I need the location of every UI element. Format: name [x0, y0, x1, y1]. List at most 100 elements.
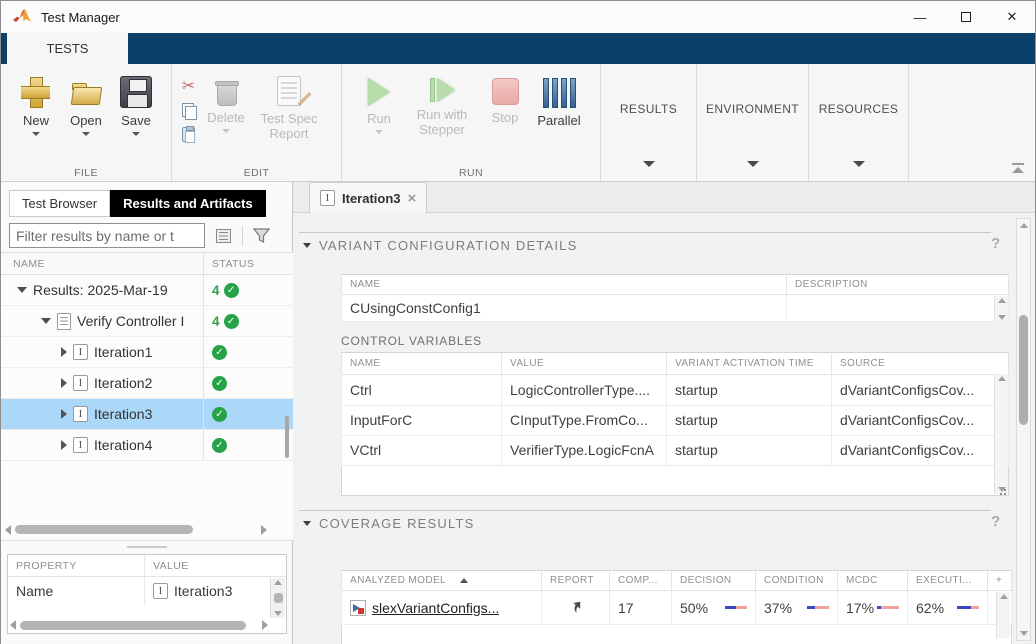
scroll-left-icon[interactable] [5, 525, 11, 535]
results-dropdown[interactable]: RESULTS [601, 64, 697, 181]
tree-row-iteration3[interactable]: I Iteration3 ✓ [1, 399, 293, 430]
collapse-section-icon[interactable] [303, 243, 311, 248]
add-column-button[interactable]: + [988, 571, 1012, 591]
cv-row-vctrl[interactable]: VCtrl VerifierType.LogicFcnA startup dVa… [342, 435, 1009, 465]
expander-down-icon[interactable] [17, 287, 27, 293]
scroll-right-icon[interactable] [261, 525, 267, 535]
scroll-down-icon[interactable] [998, 315, 1006, 320]
status-column-header[interactable]: STATUS [203, 253, 293, 274]
coverage-section-header[interactable]: COVERAGE RESULTS [303, 516, 475, 531]
cv-row-ctrl[interactable]: Ctrl LogicControllerType.... startup dVa… [342, 375, 1009, 405]
minimize-button[interactable]: — [897, 1, 943, 33]
config-description-header[interactable]: DESCRIPTION [787, 275, 1009, 295]
scroll-up-icon[interactable] [1000, 594, 1008, 599]
expander-right-icon[interactable] [61, 347, 67, 357]
saved-filters-button[interactable] [210, 224, 236, 248]
model-link[interactable]: slexVariantConfigs... [372, 600, 499, 616]
decision-header[interactable]: DECISION [672, 571, 756, 591]
delete-button[interactable]: Delete [202, 72, 250, 133]
cv-source-header[interactable]: SOURCE [832, 353, 1009, 375]
copy-button[interactable] [180, 102, 197, 119]
cv-value-header[interactable]: VALUE [502, 353, 667, 375]
filter-results-input[interactable] [9, 223, 205, 248]
execution-header[interactable]: EXECUTI... [908, 571, 988, 591]
variant-section-header[interactable]: VARIANT CONFIGURATION DETAILS [303, 238, 577, 253]
resources-dropdown[interactable]: RESOURCES [809, 64, 909, 181]
scroll-left-icon[interactable] [10, 620, 16, 630]
expander-right-icon[interactable] [61, 378, 67, 388]
test-spec-report-button[interactable]: Test Spec Report [252, 72, 326, 141]
cv-activation-header[interactable]: VARIANT ACTIVATION TIME [667, 353, 832, 375]
config-row[interactable]: CUsingConstConfig1 [342, 295, 1009, 322]
scroll-up-icon[interactable] [998, 298, 1006, 303]
save-button[interactable]: Save [112, 72, 160, 136]
scroll-down-icon[interactable] [1020, 631, 1028, 636]
parallel-button[interactable]: Parallel [531, 72, 587, 128]
panel-resize-handle[interactable] [285, 416, 289, 458]
help-icon[interactable]: ? [991, 235, 1000, 252]
cv-row-inputforc[interactable]: InputForC CInputType.FromCo... startup d… [342, 405, 1009, 435]
stop-button[interactable]: Stop [481, 72, 529, 125]
expander-right-icon[interactable] [61, 409, 67, 419]
property-vertical-scrollbar[interactable] [270, 578, 285, 618]
scrollbar-thumb[interactable] [1019, 315, 1028, 425]
cut-button[interactable]: ✂ [180, 78, 197, 95]
tree-row-iteration1[interactable]: I Iteration1 ✓ [1, 337, 293, 368]
property-row-name[interactable]: Name I Iteration3 [8, 577, 286, 605]
report-header[interactable]: REPORT [542, 571, 610, 591]
tree-row-iteration2[interactable]: I Iteration2 ✓ [1, 368, 293, 399]
environment-dropdown[interactable]: ENVIRONMENT [697, 64, 809, 181]
help-icon[interactable]: ? [991, 513, 1000, 530]
close-tab-icon[interactable]: × [408, 191, 417, 206]
condition-header[interactable]: CONDITION [756, 571, 838, 591]
main-vertical-scrollbar[interactable] [1016, 218, 1031, 641]
panel-split-handle[interactable] [127, 546, 167, 548]
tab-test-browser[interactable]: Test Browser [9, 190, 110, 217]
tab-tests[interactable]: TESTS [7, 33, 128, 64]
scroll-down-icon[interactable] [274, 611, 282, 616]
open-button[interactable]: Open [62, 72, 110, 136]
property-horizontal-scrollbar[interactable] [10, 619, 268, 631]
close-button[interactable]: ✕ [989, 1, 1035, 33]
expander-right-icon[interactable] [61, 440, 67, 450]
section-divider [299, 510, 991, 511]
tree-horizontal-scrollbar[interactable] [5, 523, 267, 536]
complexity-header[interactable]: COMP... [610, 571, 672, 591]
edit-group-label: EDIT [172, 167, 341, 179]
maximize-button[interactable] [943, 1, 989, 33]
tab-iteration3[interactable]: I Iteration3 × [309, 182, 427, 213]
config-table-scrollbar[interactable] [994, 296, 1008, 322]
coverage-table-scrollbar[interactable] [996, 592, 1010, 638]
table-resize-grip[interactable] [997, 486, 1006, 495]
scrollbar-thumb[interactable] [20, 621, 246, 630]
tab-results-and-artifacts[interactable]: Results and Artifacts [110, 190, 266, 217]
scroll-right-icon[interactable] [262, 620, 268, 630]
coverage-row[interactable]: slexVariantConfigs... 17 50% 37% 17% 62% [342, 591, 1012, 625]
scroll-up-icon[interactable] [998, 376, 1006, 381]
scrollbar-thumb[interactable] [15, 525, 193, 534]
tree-row-test-file[interactable]: Verify Controller I 4✓ [1, 306, 293, 337]
analyzed-model-header[interactable]: ANALYZED MODEL [342, 571, 542, 591]
chevron-down-icon [375, 130, 383, 134]
open-report-icon[interactable] [569, 599, 583, 613]
tree-row-iteration4[interactable]: I Iteration4 ✓ [1, 430, 293, 461]
cv-table-scrollbar[interactable] [994, 374, 1008, 494]
scroll-up-icon[interactable] [1020, 223, 1028, 228]
run-button[interactable]: Run [355, 72, 403, 134]
scroll-up-icon[interactable] [274, 580, 282, 585]
paste-button[interactable] [180, 126, 197, 143]
cv-name-header[interactable]: NAME [342, 353, 502, 375]
mcdc-header[interactable]: MCDC [838, 571, 908, 591]
run-with-stepper-button[interactable]: Run with Stepper [405, 72, 479, 137]
chevron-down-icon [222, 129, 230, 133]
filter-button[interactable] [248, 224, 274, 248]
scrollbar-thumb[interactable] [274, 593, 283, 603]
new-button[interactable]: New [12, 72, 60, 136]
window-title: Test Manager [41, 10, 120, 25]
collapse-section-icon[interactable] [303, 521, 311, 526]
config-name-header[interactable]: NAME [342, 275, 787, 295]
expander-down-icon[interactable] [41, 318, 51, 324]
name-column-header[interactable]: NAME [1, 258, 203, 270]
collapse-ribbon-button[interactable] [1011, 163, 1025, 173]
tree-row-results[interactable]: Results: 2025-Mar-19 4✓ [1, 275, 293, 306]
